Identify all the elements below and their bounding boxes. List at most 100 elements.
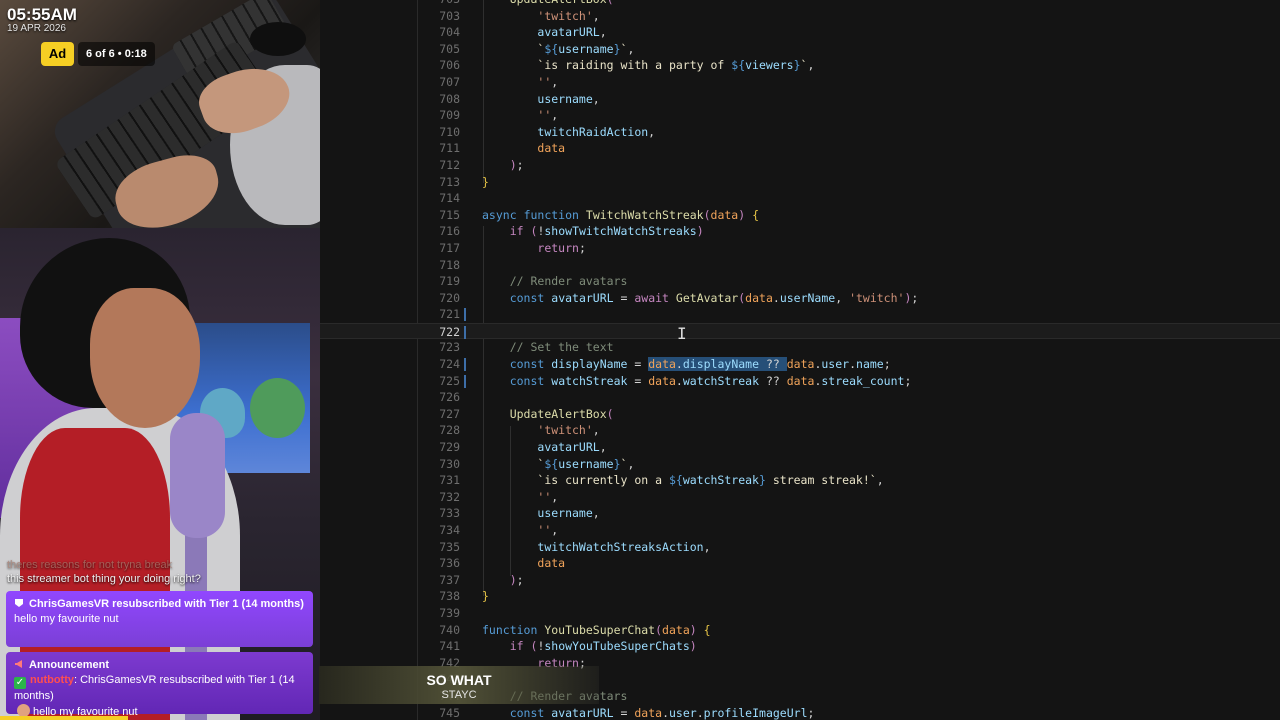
code-line[interactable]: 714 xyxy=(320,190,1280,207)
line-code[interactable]: } xyxy=(482,588,489,605)
line-code[interactable]: } xyxy=(482,174,489,191)
line-code[interactable]: UpdateAlertBox( xyxy=(482,406,614,423)
code-line[interactable]: 740 function YouTubeSuperChat(data) { xyxy=(320,622,1280,639)
line-number: 703 xyxy=(439,8,460,23)
line-code[interactable]: `${username}`, xyxy=(482,456,634,473)
code-line[interactable]: 745 const avatarURL = data.user.profileI… xyxy=(320,705,1280,720)
code-line[interactable]: 726 xyxy=(320,389,1280,406)
line-code[interactable]: function YouTubeSuperChat(data) { xyxy=(482,622,711,639)
text-cursor-icon: I xyxy=(677,324,687,343)
line-code[interactable]: data xyxy=(482,140,565,157)
code-line[interactable]: 728 'twitch', xyxy=(320,422,1280,439)
line-code[interactable]: twitchRaidAction, xyxy=(482,124,655,141)
line-code[interactable]: username, xyxy=(482,505,599,522)
code-line[interactable]: 720 const avatarURL = await GetAvatar(da… xyxy=(320,290,1280,307)
code-line[interactable]: 708 username, xyxy=(320,91,1280,108)
line-number: 712 xyxy=(439,157,460,172)
line-code[interactable]: `is raiding with a party of ${viewers}`, xyxy=(482,57,814,74)
line-code[interactable]: ); xyxy=(482,572,524,589)
code-line[interactable]: 705 `${username}`, xyxy=(320,41,1280,58)
line-number: 737 xyxy=(439,572,460,587)
code-line[interactable]: 741 if (!showYouTubeSuperChats) xyxy=(320,638,1280,655)
code-line[interactable]: 703 'twitch', xyxy=(320,8,1280,25)
code-line[interactable]: 707 '', xyxy=(320,74,1280,91)
code-line[interactable]: 722 xyxy=(320,322,1280,340)
line-code[interactable]: 'twitch', xyxy=(482,422,599,439)
code-line[interactable]: 727 UpdateAlertBox( xyxy=(320,406,1280,423)
code-line[interactable]: 732 '', xyxy=(320,489,1280,506)
line-code[interactable]: if (!showTwitchWatchStreaks) xyxy=(482,223,704,240)
code-line[interactable]: 718 xyxy=(320,257,1280,274)
line-code[interactable]: async function TwitchWatchStreak(data) { xyxy=(482,207,759,224)
code-line[interactable]: 734 '', xyxy=(320,522,1280,539)
code-line[interactable]: 733 username, xyxy=(320,505,1280,522)
code-line[interactable]: 724 const displayName = data.displayName… xyxy=(320,356,1280,373)
code-line[interactable]: 719 // Render avatars xyxy=(320,273,1280,290)
line-number: 707 xyxy=(439,74,460,89)
clock: 05:55AM xyxy=(7,5,77,24)
line-number: 734 xyxy=(439,523,460,537)
line-code[interactable]: const avatarURL = await GetAvatar(data.u… xyxy=(482,290,919,307)
code-line[interactable]: 739 xyxy=(320,605,1280,622)
line-code[interactable]: '', xyxy=(482,489,558,506)
line-code[interactable]: const watchStreak = data.watchStreak ?? … xyxy=(482,373,912,390)
code-line[interactable]: 716 if (!showTwitchWatchStreaks) xyxy=(320,223,1280,240)
code-line[interactable]: 731 `is currently on a ${watchStreak} st… xyxy=(320,472,1280,489)
line-code[interactable]: UpdateAlertBox( xyxy=(482,0,614,8)
line-code[interactable]: 'twitch', xyxy=(482,8,599,25)
line-code[interactable]: '', xyxy=(482,522,558,539)
code-line[interactable]: 710 twitchRaidAction, xyxy=(320,124,1280,141)
song-artist: STAYC xyxy=(441,689,477,701)
code-line[interactable]: 735 twitchWatchStreaksAction, xyxy=(320,539,1280,556)
resub-title: ChrisGamesVR resubscribed with Tier 1 (1… xyxy=(29,598,304,610)
song-title: SO WHAT xyxy=(426,672,492,688)
line-code[interactable]: '', xyxy=(482,74,558,91)
line-code[interactable]: const avatarURL = data.user.profileImage… xyxy=(482,705,815,720)
code-line[interactable]: 703 UpdateAlertBox( xyxy=(320,0,1280,8)
line-code[interactable]: // Set the text xyxy=(482,339,614,356)
line-number: 714 xyxy=(439,191,460,206)
resub-message: hello my favourite nut xyxy=(14,613,119,625)
line-code[interactable]: data xyxy=(482,555,565,572)
code-line[interactable]: 704 avatarURL, xyxy=(320,24,1280,41)
code-line[interactable]: 725 const watchStreak = data.watchStreak… xyxy=(320,373,1280,390)
line-code[interactable]: `${username}`, xyxy=(482,41,634,58)
code-line[interactable]: 736 data xyxy=(320,555,1280,572)
code-line[interactable]: 713} xyxy=(320,174,1280,191)
line-number: 709 xyxy=(439,108,460,123)
stream-panel: 05:55AM 19 APR 2026 Ad 6 of 6 • 0:18 the… xyxy=(0,0,320,720)
code-line[interactable]: 738} xyxy=(320,588,1280,605)
line-code[interactable]: username, xyxy=(482,91,599,108)
code-line[interactable]: 712 ); xyxy=(320,157,1280,174)
code-editor[interactable]: 703 UpdateAlertBox(703 'twitch',704 avat… xyxy=(320,0,1280,720)
code-line[interactable]: 717 return; xyxy=(320,240,1280,257)
line-code[interactable]: if (!showYouTubeSuperChats) xyxy=(482,638,697,655)
code-line[interactable]: 709 '', xyxy=(320,107,1280,124)
code-line[interactable]: 711 data xyxy=(320,140,1280,157)
line-code[interactable]: '', xyxy=(482,107,558,124)
line-number: 731 xyxy=(439,473,460,488)
line-code[interactable]: ); xyxy=(482,157,524,174)
line-code[interactable]: // Render avatars xyxy=(482,273,628,290)
line-number: 736 xyxy=(439,556,460,571)
line-code[interactable]: avatarURL, xyxy=(482,24,606,41)
line-number: 724 xyxy=(439,357,460,372)
line-code[interactable]: return; xyxy=(482,240,585,257)
line-number: 710 xyxy=(439,124,460,139)
line-code[interactable]: const displayName = data.displayName ?? … xyxy=(482,356,891,373)
code-line[interactable]: 729 avatarURL, xyxy=(320,439,1280,456)
line-code[interactable]: twitchWatchStreaksAction, xyxy=(482,539,710,556)
code-line[interactable]: 721 xyxy=(320,306,1280,323)
line-code[interactable]: avatarURL, xyxy=(482,439,606,456)
announcement-user: nutbotty xyxy=(30,674,74,686)
code-line[interactable]: 730 `${username}`, xyxy=(320,456,1280,473)
line-code[interactable]: `is currently on a ${watchStreak} stream… xyxy=(482,472,883,489)
code-line[interactable]: 706 `is raiding with a party of ${viewer… xyxy=(320,57,1280,74)
code-lines[interactable]: 703 UpdateAlertBox(703 'twitch',704 avat… xyxy=(320,0,1280,720)
code-line[interactable]: 715 async function TwitchWatchStreak(data… xyxy=(320,207,1280,224)
code-line[interactable]: 737 ); xyxy=(320,572,1280,589)
line-number: 719 xyxy=(439,274,460,289)
megaphone-icon xyxy=(15,660,22,668)
code-line[interactable]: 723 // Set the text xyxy=(320,339,1280,356)
line-number: 723 xyxy=(439,340,460,355)
